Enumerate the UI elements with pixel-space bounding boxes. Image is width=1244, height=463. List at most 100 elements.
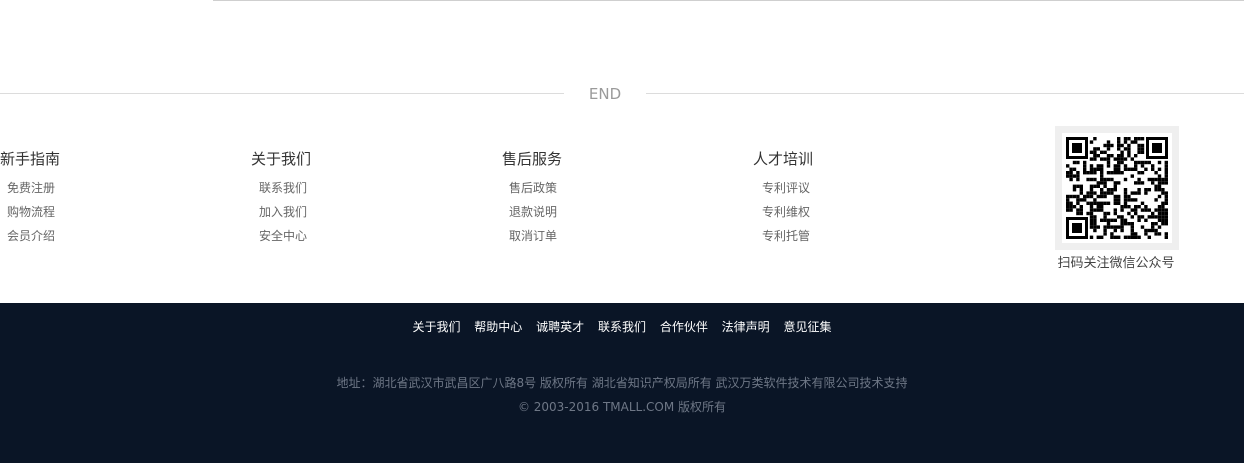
qr-module xyxy=(1137,235,1141,239)
qr-module xyxy=(1137,143,1141,148)
qr-module xyxy=(1093,218,1097,222)
qr-module xyxy=(1140,181,1145,185)
qr-module xyxy=(1117,143,1121,148)
qr-module xyxy=(1120,228,1124,233)
qr-module xyxy=(1100,205,1104,209)
qr-module xyxy=(1117,154,1121,158)
qr-module xyxy=(1086,201,1090,205)
footer-column-aftersale: 售后服务 售后政策 退款说明 取消订单 xyxy=(502,149,642,248)
qr-module xyxy=(1120,171,1124,175)
qr-module xyxy=(1164,222,1168,226)
footer-link-help[interactable]: 帮助中心 xyxy=(474,318,522,336)
link-member-intro[interactable]: 会员介绍 xyxy=(7,224,140,248)
qr-module xyxy=(1151,181,1155,185)
qr-module xyxy=(1086,171,1090,175)
link-join-us[interactable]: 加入我们 xyxy=(259,200,391,224)
qr-module xyxy=(1130,157,1134,161)
qr-module xyxy=(1123,191,1128,195)
footer-link-partners[interactable]: 合作伙伴 xyxy=(660,318,708,336)
qr-module xyxy=(1113,167,1117,171)
end-divider-line-left xyxy=(0,93,564,94)
qr-module xyxy=(1164,160,1168,165)
qr-module xyxy=(1127,222,1131,226)
qr-module xyxy=(1144,232,1148,236)
qr-module xyxy=(1093,184,1097,188)
qr-module xyxy=(1157,174,1162,178)
qr-module xyxy=(1117,140,1121,144)
qr-module xyxy=(1130,167,1134,171)
qr-module xyxy=(1069,167,1073,171)
link-patent-protection[interactable]: 专利维权 xyxy=(762,200,893,224)
qr-module xyxy=(1103,177,1107,182)
qr-module xyxy=(1110,143,1114,148)
qr-module xyxy=(1157,225,1162,229)
link-security-center[interactable]: 安全中心 xyxy=(259,224,391,248)
qr-module xyxy=(1134,211,1138,216)
qr-module xyxy=(1134,137,1138,141)
link-refund-info[interactable]: 退款说明 xyxy=(509,200,642,224)
qr-code-container xyxy=(1055,126,1179,250)
qr-module xyxy=(1140,143,1145,148)
qr-module xyxy=(1106,143,1111,148)
link-free-register[interactable]: 免费注册 xyxy=(7,176,140,200)
qr-module xyxy=(1106,140,1111,144)
link-cancel-order[interactable]: 取消订单 xyxy=(509,224,642,248)
qr-module xyxy=(1106,157,1111,161)
qr-module xyxy=(1123,167,1128,171)
qr-module xyxy=(1089,201,1094,205)
link-shopping-process[interactable]: 购物流程 xyxy=(7,200,140,224)
link-patent-review[interactable]: 专利评议 xyxy=(762,176,893,200)
qr-module xyxy=(1079,191,1083,195)
qr-module xyxy=(1117,164,1121,168)
qr-module xyxy=(1130,228,1134,233)
qr-module xyxy=(1127,150,1131,154)
footer-link-about[interactable]: 关于我们 xyxy=(412,318,460,336)
qr-module xyxy=(1130,198,1134,202)
qr-module xyxy=(1079,188,1083,192)
footer-column-training: 人才培训 专利评议 专利维权 专利托管 xyxy=(753,149,893,248)
qr-module xyxy=(1123,147,1128,151)
qr-module xyxy=(1110,177,1114,182)
qr-module xyxy=(1106,211,1111,216)
qr-module xyxy=(1113,198,1117,202)
footer-link-feedback[interactable]: 意见征集 xyxy=(784,318,832,336)
qr-module xyxy=(1127,143,1131,148)
qr-module xyxy=(1137,205,1141,209)
qr-module xyxy=(1069,171,1073,175)
qr-module xyxy=(1120,157,1124,161)
qr-module xyxy=(1069,177,1073,182)
link-aftersale-policy[interactable]: 售后政策 xyxy=(509,176,642,200)
qr-module xyxy=(1140,215,1145,219)
qr-module xyxy=(1137,191,1141,195)
qr-module xyxy=(1151,225,1155,229)
qr-module xyxy=(1120,205,1124,209)
qr-module xyxy=(1096,147,1100,151)
qr-module xyxy=(1100,174,1104,178)
qr-module xyxy=(1076,177,1080,182)
qr-module xyxy=(1103,194,1107,199)
qr-module xyxy=(1147,160,1151,165)
qr-module xyxy=(1093,137,1097,141)
qr-module xyxy=(1103,218,1107,222)
footer-link-legal[interactable]: 法律声明 xyxy=(722,318,770,336)
qr-module xyxy=(1161,201,1165,205)
qr-module xyxy=(1123,137,1128,141)
qr-module xyxy=(1103,215,1107,219)
qr-module xyxy=(1113,157,1117,161)
qr-module xyxy=(1086,191,1090,195)
qr-module xyxy=(1127,137,1131,141)
qr-module xyxy=(1157,232,1162,236)
footer-link-careers[interactable]: 诚聘英才 xyxy=(536,318,584,336)
qr-module xyxy=(1072,188,1077,192)
qr-module xyxy=(1123,222,1128,226)
qr-module xyxy=(1164,211,1168,216)
qr-module xyxy=(1096,194,1100,199)
qr-module xyxy=(1127,205,1131,209)
link-contact-us[interactable]: 联系我们 xyxy=(259,176,391,200)
footer-link-contact[interactable]: 联系我们 xyxy=(598,318,646,336)
link-patent-custody[interactable]: 专利托管 xyxy=(762,224,893,248)
qr-module xyxy=(1100,194,1104,199)
qr-module xyxy=(1134,167,1138,171)
qr-module xyxy=(1089,171,1094,175)
qr-module xyxy=(1117,147,1121,151)
